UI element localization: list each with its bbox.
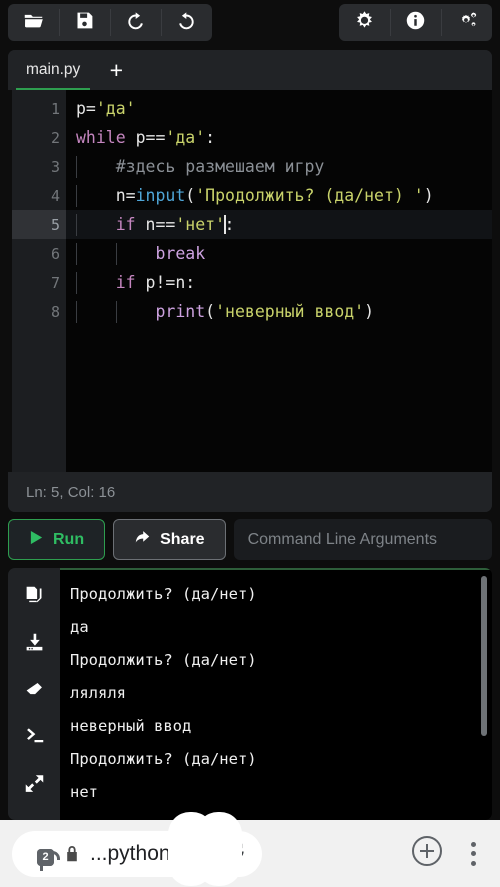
info-icon — [405, 10, 426, 36]
browser-bottom-bar: 2 ...python.com — [0, 820, 500, 887]
console-sidebar — [8, 568, 60, 820]
lock-icon — [65, 846, 79, 862]
line-number: 6 — [8, 239, 66, 268]
clear-icon — [24, 679, 45, 705]
tab-switcher-button[interactable]: 2 — [28, 842, 54, 866]
add-tab-button[interactable]: + — [98, 50, 134, 90]
editor-toolbar — [0, 0, 500, 45]
open-file-icon — [23, 10, 44, 36]
code-line-current: if n=='нет': — [66, 210, 492, 239]
share-icon — [134, 529, 151, 551]
code-line: p='да' — [66, 94, 492, 123]
browser-bar-right — [400, 834, 488, 873]
line-number: 4 — [8, 181, 66, 210]
open-file-button[interactable] — [8, 4, 59, 41]
terminal-icon — [24, 726, 45, 752]
info-button[interactable] — [390, 4, 441, 41]
line-number-gutter: 1 2 3 4 5 6 7 8 — [8, 90, 66, 472]
console-panel: Продолжить? (да/нет) да Продолжить? (да/… — [8, 568, 492, 820]
settings-icon — [456, 10, 477, 36]
download-icon — [24, 632, 45, 658]
download-output-button[interactable] — [19, 630, 49, 660]
terminal-button[interactable] — [19, 724, 49, 754]
brightness-button[interactable] — [339, 4, 390, 41]
console-scrollbar[interactable] — [481, 576, 487, 736]
console-line: Продолжить? (да/нет) — [70, 577, 492, 610]
toolbar-right-group — [339, 4, 492, 41]
save-file-button[interactable] — [59, 4, 110, 41]
console-output[interactable]: Продолжить? (да/нет) да Продолжить? (да/… — [60, 568, 492, 820]
code-line: break — [66, 239, 492, 268]
clear-output-button[interactable] — [19, 677, 49, 707]
share-button-label: Share — [160, 531, 204, 549]
line-number-current: 5 — [8, 210, 66, 239]
line-number: 7 — [8, 268, 66, 297]
console-line: Продолжить? (да/нет) — [70, 643, 492, 676]
copy-output-button[interactable] — [19, 583, 49, 613]
run-button[interactable]: Run — [8, 519, 105, 560]
code-lines[interactable]: p='да' while p=='да': #здесь размешаем и… — [66, 90, 492, 472]
console-line: да — [70, 610, 492, 643]
editor-panel: main.py + 1 2 3 4 5 6 7 8 p='да' while p… — [8, 50, 492, 512]
code-line: if p!=n: — [66, 268, 492, 297]
settings-button[interactable] — [441, 4, 492, 41]
editor-tabbar: main.py + — [8, 50, 492, 90]
tab-main-py[interactable]: main.py — [8, 50, 98, 90]
code-line: #здесь размешаем игру — [66, 152, 492, 181]
console-line: ляляля — [70, 676, 492, 709]
line-number: 3 — [8, 152, 66, 181]
redo-icon — [176, 10, 197, 36]
browser-blob-decoration-2 — [196, 812, 242, 886]
console-line: неверный ввод — [70, 709, 492, 742]
console-line: нет — [70, 775, 492, 808]
plus-circle-icon — [410, 834, 444, 873]
action-row: Run Share Command Line Arguments — [8, 519, 492, 560]
play-icon — [29, 530, 44, 550]
console-line: Продолжить? (да/нет) — [70, 742, 492, 775]
code-line: print('неверный ввод') — [66, 297, 492, 326]
toolbar-left-group — [8, 4, 212, 41]
code-line: n=input('Продолжить? (да/нет) ') — [66, 181, 492, 210]
app-root: main.py + 1 2 3 4 5 6 7 8 p='да' while p… — [0, 0, 500, 887]
line-number: 1 — [8, 94, 66, 123]
run-button-label: Run — [53, 531, 84, 549]
command-line-arguments-input[interactable]: Command Line Arguments — [234, 519, 492, 560]
tab-label: main.py — [26, 61, 80, 79]
menu-dot — [471, 842, 476, 847]
copy-icon — [24, 585, 45, 611]
brightness-icon — [354, 10, 375, 36]
menu-dot — [471, 861, 476, 866]
tab-count-badge: 2 — [37, 849, 54, 866]
cursor-position-text: Ln: 5, Col: 16 — [26, 484, 115, 501]
line-number: 8 — [8, 297, 66, 326]
expand-console-button[interactable] — [19, 771, 49, 801]
redo-button[interactable] — [161, 4, 212, 41]
code-area[interactable]: 1 2 3 4 5 6 7 8 p='да' while p=='да': #з… — [8, 90, 492, 472]
cla-placeholder: Command Line Arguments — [248, 531, 437, 549]
line-number: 2 — [8, 123, 66, 152]
undo-button[interactable] — [110, 4, 161, 41]
expand-icon — [24, 773, 45, 799]
save-file-icon — [74, 10, 95, 36]
undo-icon — [125, 10, 146, 36]
menu-dot — [471, 851, 476, 856]
code-line: while p=='да': — [66, 123, 492, 152]
editor-statusbar: Ln: 5, Col: 16 — [8, 472, 492, 512]
new-tab-button[interactable] — [410, 834, 444, 873]
browser-menu-button[interactable] — [458, 837, 488, 871]
share-button[interactable]: Share — [113, 519, 225, 560]
